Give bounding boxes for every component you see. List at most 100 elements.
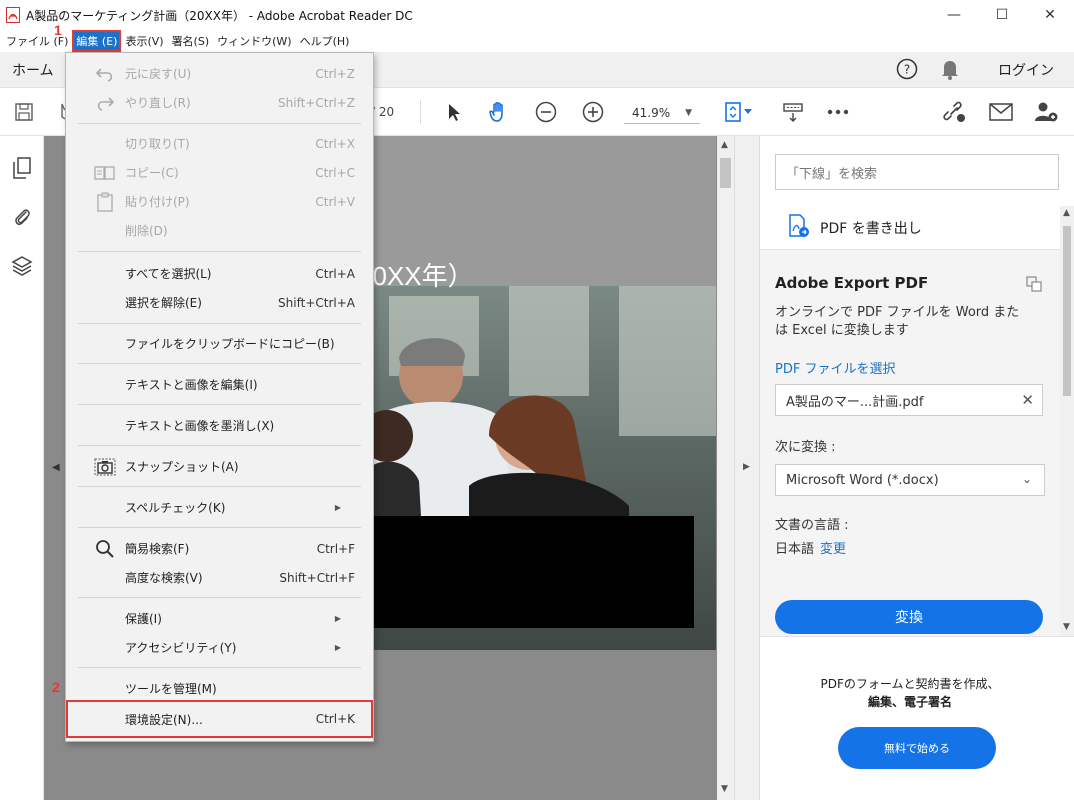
- menu-item-shortcut: Ctrl+C: [315, 165, 355, 180]
- share-link-icon[interactable]: [942, 100, 966, 124]
- menu-cut[interactable]: 切り取り(T) Ctrl+X: [66, 129, 373, 158]
- menu-redact[interactable]: テキストと画像を墨消し(X): [66, 411, 373, 440]
- window-title: A製品のマーケティング計画（20XX年） - Adobe Acrobat Rea…: [26, 8, 413, 23]
- document-scrollbar[interactable]: ▲ ▼: [717, 136, 734, 800]
- selected-file-field[interactable]: A製品のマー...計画.pdf ✕: [775, 384, 1043, 416]
- menu-deselect[interactable]: 選択を解除(E) Shift+Ctrl+A: [66, 288, 373, 317]
- menu-separator: [78, 527, 361, 528]
- promo-line-1: PDFのフォームと契約書を作成、: [820, 677, 1000, 691]
- close-button[interactable]: ✕: [1026, 0, 1074, 30]
- menu-redo[interactable]: やり直し(R) Shift+Ctrl+Z: [66, 88, 373, 117]
- zoom-select[interactable]: 41.9% ▼: [624, 102, 700, 124]
- selected-file-name: A製品のマー...計画.pdf: [786, 394, 924, 410]
- menu-item-shortcut: Shift+Ctrl+F: [279, 570, 355, 585]
- promo-section: PDFのフォームと契約書を作成、 編集、電子署名 無料で始める: [760, 636, 1074, 800]
- submenu-arrow-icon: ▶: [334, 643, 341, 652]
- menu-item-label: 簡易検索(F): [125, 542, 190, 556]
- menu-undo[interactable]: 元に戻す(U) Ctrl+Z: [66, 59, 373, 88]
- collapse-left-icon[interactable]: ◀: [52, 462, 60, 473]
- tab-home[interactable]: ホーム: [12, 60, 54, 80]
- menu-copy-file-clipboard[interactable]: ファイルをクリップボードにコピー(B): [66, 329, 373, 358]
- change-language-link[interactable]: 変更: [820, 542, 846, 557]
- help-icon[interactable]: ?: [896, 58, 918, 83]
- expand-right-icon[interactable]: ▶: [743, 462, 750, 472]
- menu-item-label: 削除(D): [125, 224, 168, 238]
- menu-item-label: スナップショット(A): [125, 460, 239, 474]
- menu-copy[interactable]: コピー(C) Ctrl+C: [66, 158, 373, 187]
- menu-separator: [78, 667, 361, 668]
- convert-format-select[interactable]: Microsoft Word (*.docx) ⌄: [775, 464, 1045, 496]
- scroll-mode-icon[interactable]: [781, 100, 805, 124]
- add-user-icon[interactable]: [1034, 100, 1058, 124]
- menu-edit[interactable]: 編集 (E): [72, 30, 122, 52]
- rp-scroll-thumb[interactable]: [1063, 226, 1071, 396]
- convert-button[interactable]: 変換: [775, 600, 1043, 634]
- menu-snapshot[interactable]: スナップショット(A): [66, 452, 373, 481]
- menu-item-shortcut: Shift+Ctrl+A: [278, 295, 355, 310]
- page-fit-dropdown-icon[interactable]: [742, 100, 754, 124]
- menu-manage-tools[interactable]: ツールを管理(M): [66, 674, 373, 703]
- doc-language-value: 日本語: [775, 542, 815, 557]
- convert-to-label: 次に変換 :: [775, 440, 836, 455]
- zoom-value: 41.9%: [632, 105, 671, 120]
- menu-item-shortcut: Ctrl+V: [315, 194, 355, 209]
- right-panel-toggle[interactable]: ▶: [734, 136, 760, 800]
- title-bar: A製品のマーケティング計画（20XX年） - Adobe Acrobat Rea…: [0, 0, 1074, 30]
- login-button[interactable]: ログイン: [998, 60, 1054, 80]
- maximize-button[interactable]: ☐: [978, 0, 1026, 30]
- camera-icon: [94, 456, 116, 478]
- menu-advanced-search[interactable]: 高度な検索(V) Shift+Ctrl+F: [66, 563, 373, 592]
- zoom-out-icon[interactable]: [534, 100, 558, 124]
- menu-edit-text-images[interactable]: テキストと画像を編集(I): [66, 370, 373, 399]
- menu-window[interactable]: ウィンドウ(W): [213, 30, 295, 52]
- more-tools-icon[interactable]: [826, 100, 850, 124]
- rp-scroll-up-icon[interactable]: ▲: [1063, 208, 1070, 218]
- right-panel-scrollbar[interactable]: ▲ ▼: [1060, 206, 1074, 636]
- doc-language-row: 日本語 変更: [775, 538, 846, 557]
- zoom-in-icon[interactable]: [581, 100, 605, 124]
- menu-separator: [78, 363, 361, 364]
- menu-select-all[interactable]: すべてを選択(L) Ctrl+A: [66, 259, 373, 288]
- attachments-icon[interactable]: [10, 204, 34, 228]
- menu-item-shortcut: Ctrl+A: [315, 266, 355, 281]
- menu-spellcheck[interactable]: スペルチェック(K) ▶: [66, 493, 373, 522]
- edit-menu-dropdown: 元に戻す(U) Ctrl+Z やり直し(R) Shift+Ctrl+Z 切り取り(T…: [65, 52, 374, 742]
- bell-icon[interactable]: [940, 58, 960, 83]
- rp-scroll-down-icon[interactable]: ▼: [1063, 622, 1070, 632]
- menu-accessibility[interactable]: アクセシビリティ(Y) ▶: [66, 633, 373, 662]
- hand-tool-icon[interactable]: [487, 100, 511, 124]
- submenu-arrow-icon: ▶: [334, 614, 341, 623]
- page-thumbnails-icon[interactable]: [10, 156, 34, 180]
- menu-help[interactable]: ヘルプ(H): [296, 30, 354, 52]
- card-description: オンラインで PDF ファイルを Word または Excel に変換します: [775, 305, 1020, 338]
- menu-delete[interactable]: 削除(D): [66, 216, 373, 245]
- tools-search-input[interactable]: 「下線」を検索: [775, 154, 1059, 190]
- document-scroll-thumb[interactable]: [720, 158, 731, 188]
- menu-separator: [78, 123, 361, 124]
- email-icon[interactable]: [989, 100, 1013, 124]
- menu-sign[interactable]: 署名(S): [168, 30, 214, 52]
- start-free-button[interactable]: 無料で始める: [838, 727, 996, 769]
- menu-item-label: やり直し(R): [125, 96, 191, 110]
- menu-item-label: アクセシビリティ(Y): [125, 641, 237, 655]
- copy-link-icon[interactable]: [1026, 276, 1042, 295]
- scroll-up-icon[interactable]: ▲: [721, 140, 728, 150]
- svg-text:?: ?: [904, 62, 910, 76]
- minimize-button[interactable]: —: [930, 0, 978, 30]
- layers-icon[interactable]: [10, 254, 34, 278]
- chevron-down-icon: ⌄: [1021, 472, 1032, 486]
- menu-view[interactable]: 表示(V): [121, 30, 167, 52]
- menu-preferences[interactable]: 環境設定(N)... Ctrl+K: [66, 700, 373, 738]
- card-title: Adobe Export PDF: [775, 274, 929, 292]
- save-icon[interactable]: [12, 100, 36, 124]
- clear-file-icon[interactable]: ✕: [1021, 391, 1034, 409]
- export-pdf-header[interactable]: PDF を書き出し: [760, 206, 1060, 250]
- page-total: / 20: [371, 105, 395, 119]
- search-icon: [94, 538, 116, 560]
- menu-quick-find[interactable]: 簡易検索(F) Ctrl+F: [66, 534, 373, 563]
- select-cursor-icon[interactable]: [442, 100, 466, 124]
- menu-paste[interactable]: 貼り付け(P) Ctrl+V: [66, 187, 373, 216]
- scroll-down-icon[interactable]: ▼: [721, 784, 728, 794]
- menu-protect[interactable]: 保護(I) ▶: [66, 604, 373, 633]
- select-pdf-link[interactable]: PDF ファイルを選択: [775, 358, 895, 377]
